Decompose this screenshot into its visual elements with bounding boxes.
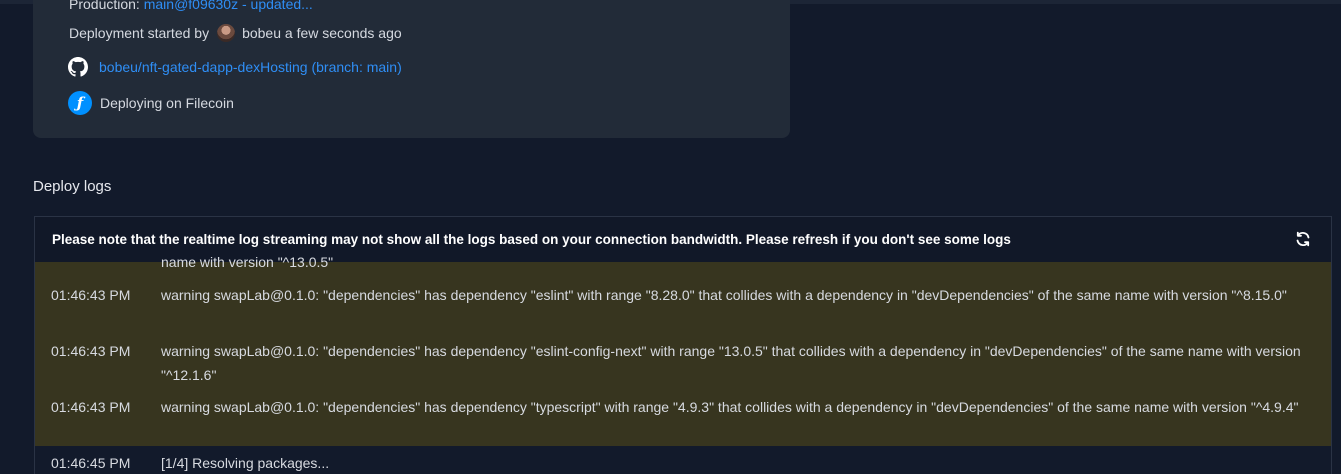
log-time: 01:46:45 PM xyxy=(51,455,131,471)
deploy-target-text: Deploying on Filecoin xyxy=(100,95,234,111)
started-user: bobeu xyxy=(242,25,282,41)
log-message: warning swapLab@0.1.0: "dependencies" ha… xyxy=(161,287,1287,303)
log-message: [1/4] Resolving packages... xyxy=(161,455,330,471)
production-link[interactable]: main@f09630z - updated... xyxy=(144,0,313,12)
deployment-started-row: Deployment started by bobeu a few second… xyxy=(69,24,402,42)
log-time: 01:46:43 PM xyxy=(51,287,131,303)
deploy-logs-panel: Please note that the realtime log stream… xyxy=(34,216,1332,474)
avatar xyxy=(217,24,236,42)
repo-row: bobeu/nft-gated-dapp-dexHosting (branch:… xyxy=(67,56,402,78)
log-message: warning swapLab@0.1.0: "dependencies" ha… xyxy=(161,399,1299,415)
log-time: 01:46:43 PM xyxy=(51,399,131,415)
deployment-summary-card: Production: main@f09630z - updated... De… xyxy=(33,0,790,138)
github-icon xyxy=(67,56,89,78)
log-time: 01:46:43 PM xyxy=(51,343,131,359)
filecoin-icon: ƒ xyxy=(68,91,92,115)
repo-link[interactable]: bobeu/nft-gated-dapp-dexHosting (branch:… xyxy=(99,59,402,75)
deploy-target-row: ƒ Deploying on Filecoin xyxy=(68,91,234,115)
log-scroll-area[interactable]: name with version "^13.0.5" 01:46:43 PM … xyxy=(35,254,1331,474)
started-prefix: Deployment started by xyxy=(69,25,210,41)
log-message: warning swapLab@0.1.0: "dependencies" ha… xyxy=(161,343,1301,383)
log-notice-text: Please note that the realtime log stream… xyxy=(52,232,1011,247)
log-clipped-line: name with version "^13.0.5" xyxy=(161,254,334,270)
production-label: Production: xyxy=(69,0,140,12)
refresh-icon[interactable] xyxy=(1294,230,1312,248)
started-time: a few seconds ago xyxy=(284,25,402,41)
production-row: Production: main@f09630z - updated... xyxy=(69,0,313,12)
deploy-logs-title: Deploy logs xyxy=(33,178,112,195)
